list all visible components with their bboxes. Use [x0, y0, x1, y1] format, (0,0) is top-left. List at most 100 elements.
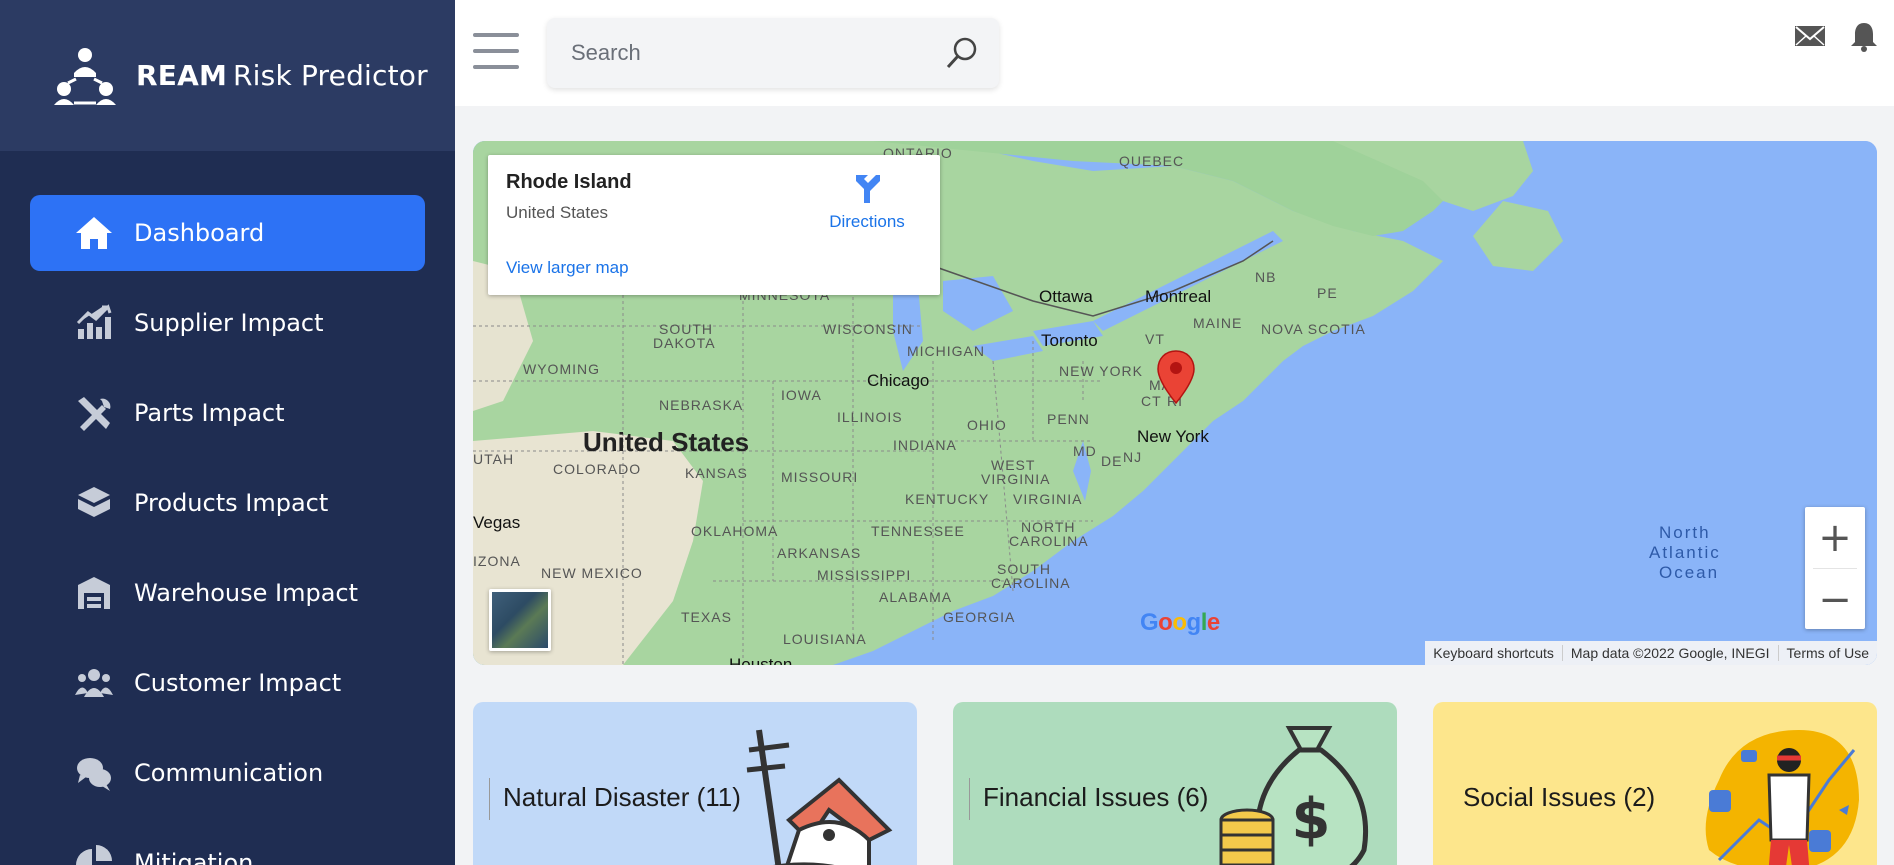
view-larger-map-link[interactable]: View larger map: [506, 258, 629, 278]
natural-disaster-card[interactable]: Natural Disaster (11): [473, 702, 917, 865]
map-label: Ocean: [1659, 563, 1720, 582]
logo-icon: [54, 47, 116, 105]
map-label: KANSAS: [685, 465, 748, 481]
sidebar-item-label: Supplier Impact: [134, 309, 324, 337]
map-label: Houston: [729, 655, 793, 665]
map-label: Chicago: [867, 371, 930, 390]
chart-growth-icon: [74, 303, 114, 343]
map-label: PENN: [1047, 411, 1090, 427]
map-label: MAINE: [1193, 315, 1243, 331]
menu-icon[interactable]: [473, 33, 519, 69]
boxes-icon: [74, 483, 114, 523]
map-label: Toronto: [1041, 331, 1098, 350]
warehouse-icon: [74, 573, 114, 613]
social-issues-card[interactable]: Social Issues (2): [1433, 702, 1877, 865]
zoom-in-button[interactable]: +: [1805, 507, 1865, 568]
google-logo-icon: Google: [1140, 609, 1220, 636]
directions-icon: [856, 175, 880, 203]
sidebar-item-dashboard[interactable]: Dashboard: [30, 195, 425, 271]
map-label: VIRGINIA: [981, 471, 1051, 487]
zoom-out-button[interactable]: −: [1805, 569, 1865, 630]
card-title: Natural Disaster (11): [503, 782, 741, 812]
map-label: WISCONSIN: [823, 321, 913, 337]
map-label: MICHIGAN: [907, 343, 985, 359]
brand-header: REAM Risk Predictor: [0, 0, 455, 151]
map-label: DE: [1101, 453, 1123, 469]
map-label: VT: [1145, 331, 1165, 347]
map-label: NB: [1255, 269, 1277, 285]
place-title: Rhode Island: [506, 171, 632, 193]
map-label: MISSOURI: [781, 469, 859, 485]
map-label: IZONA: [473, 553, 521, 569]
sidebar-item-label: Warehouse Impact: [134, 579, 359, 607]
sidebar-item-label: Parts Impact: [134, 399, 285, 427]
sidebar-item-label: Products Impact: [134, 489, 329, 517]
sidebar-item-warehouse-impact[interactable]: Warehouse Impact: [30, 555, 425, 631]
map-footer: Keyboard shortcuts Map data ©2022 Google…: [1425, 641, 1877, 665]
keyboard-shortcuts-link[interactable]: Keyboard shortcuts: [1425, 645, 1562, 661]
map-label: NOVA SCOTIA: [1261, 321, 1366, 337]
location-pin-icon[interactable]: [1156, 349, 1196, 405]
map-label: UTAH: [473, 451, 515, 467]
top-header: [455, 0, 1894, 106]
sidebar-item-customer-impact[interactable]: Customer Impact: [30, 645, 425, 721]
mail-icon[interactable]: [1794, 20, 1826, 52]
disaster-illustration-icon: [746, 729, 893, 865]
terms-link[interactable]: Terms of Use: [1777, 645, 1877, 661]
map-label: LOUISIANA: [783, 631, 867, 647]
map-label: IOWA: [781, 387, 822, 403]
sidebar-item-parts-impact[interactable]: Parts Impact: [30, 375, 425, 451]
sidebar-item-communication[interactable]: Communication: [30, 735, 425, 811]
card-title: Financial Issues (6): [983, 782, 1209, 812]
map-label: OHIO: [967, 417, 1007, 433]
svg-text:$: $: [1292, 787, 1331, 852]
map-label: NEW MEXICO: [541, 565, 643, 581]
directions-button[interactable]: Directions: [822, 171, 912, 232]
sidebar: REAM Risk Predictor Dashboard Supplier Im…: [0, 0, 455, 865]
map-label: COLORADO: [553, 461, 642, 477]
map-label: DAKOTA: [653, 335, 716, 351]
map-label: PE: [1317, 285, 1338, 301]
map-label: NJ: [1123, 449, 1143, 465]
sidebar-nav: Dashboard Supplier Impact Parts Impact P…: [0, 151, 455, 865]
users-icon: [74, 663, 114, 703]
place-subtitle: United States: [506, 203, 609, 222]
financial-issues-card[interactable]: Financial Issues (6) $: [953, 702, 1397, 865]
search-input[interactable]: [571, 40, 931, 66]
directions-label: Directions: [829, 212, 905, 231]
sidebar-item-products-impact[interactable]: Products Impact: [30, 465, 425, 541]
map-label: Ottawa: [1039, 287, 1093, 306]
home-icon: [74, 213, 114, 253]
map-embed[interactable]: ONTARIO QUEBEC NB PE Ottawa Montreal MAI…: [473, 141, 1877, 665]
search-box: [547, 18, 999, 88]
brand-title: REAM Risk Predictor: [136, 59, 428, 92]
map-label: New York: [1137, 427, 1209, 446]
map-label: QUEBEC: [1119, 153, 1185, 169]
map-label: TENNESSEE: [871, 523, 965, 539]
map-label: TEXAS: [681, 609, 732, 625]
map-label: NEW YORK: [1059, 363, 1143, 379]
map-label: Atlantic: [1649, 543, 1721, 562]
pie-chart-icon: [74, 843, 114, 865]
sidebar-item-supplier-impact[interactable]: Supplier Impact: [30, 285, 425, 361]
bell-icon[interactable]: [1848, 20, 1880, 52]
map-label: North: [1659, 523, 1711, 542]
satellite-toggle[interactable]: [489, 589, 551, 651]
tools-icon: [74, 393, 114, 433]
social-media-person-icon: [1705, 730, 1859, 865]
map-label: WYOMING: [523, 361, 600, 377]
map-label: MD: [1073, 443, 1097, 459]
map-label: VIRGINIA: [1013, 491, 1083, 507]
money-bag-icon: $: [1219, 726, 1369, 865]
map-label: GEORGIA: [943, 609, 1016, 625]
card-title: Social Issues (2): [1463, 782, 1656, 812]
zoom-controls: + −: [1805, 507, 1865, 629]
sidebar-item-label: Customer Impact: [134, 669, 342, 697]
map-label: MISSISSIPPI: [817, 567, 912, 583]
search-icon[interactable]: [945, 36, 979, 70]
header-icons: [1794, 20, 1880, 52]
sidebar-item-label: Mitigation: [134, 849, 254, 865]
sidebar-item-mitigation[interactable]: Mitigation: [30, 825, 425, 865]
map-label: Vegas: [473, 513, 521, 532]
map-label: CAROLINA: [1009, 533, 1089, 549]
